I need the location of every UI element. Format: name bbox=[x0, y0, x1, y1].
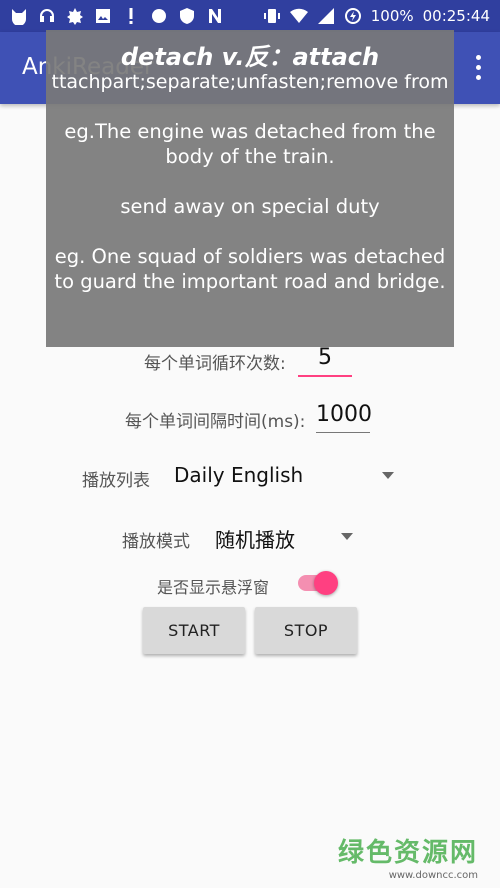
example-sentence-2: eg. One squad of soldiers was detached t… bbox=[54, 245, 446, 293]
clock: 00:25:44 bbox=[422, 7, 490, 25]
interval-label: 每个单词间隔时间(ms): bbox=[125, 412, 306, 432]
interval-input[interactable]: 1000 bbox=[316, 402, 372, 427]
play-mode-label: 播放模式 bbox=[122, 532, 190, 552]
image-icon bbox=[94, 7, 112, 25]
start-button[interactable]: START bbox=[143, 607, 245, 654]
loop-count-input[interactable]: 5 bbox=[298, 345, 352, 370]
playlist-label: 播放列表 bbox=[82, 471, 150, 491]
signal-icon bbox=[317, 7, 335, 25]
loop-count-underline bbox=[298, 375, 352, 377]
word-meaning-2: send away on special duty bbox=[120, 195, 380, 218]
shield-icon bbox=[178, 7, 196, 25]
example-sentence-1: eg.The engine was detached from the body… bbox=[64, 120, 436, 168]
leaf-icon bbox=[66, 7, 84, 25]
wifi-icon bbox=[289, 7, 308, 25]
play-mode-spinner[interactable]: 随机播放 bbox=[215, 524, 295, 553]
float-window-switch[interactable] bbox=[314, 571, 338, 595]
status-bar: 100% 00:25:44 bbox=[0, 0, 500, 32]
float-window-label: 是否显示悬浮窗 bbox=[157, 578, 270, 597]
overflow-menu-icon[interactable] bbox=[470, 52, 486, 82]
word-title: detach v.反：attach bbox=[120, 43, 380, 71]
n-icon bbox=[206, 7, 224, 25]
status-left-icons bbox=[10, 7, 224, 25]
watermark: 绿色资源网 www.downcc.com bbox=[338, 832, 478, 881]
status-right: 100% 00:25:44 bbox=[263, 7, 490, 25]
loop-count-label: 每个单词循环次数: bbox=[144, 354, 286, 374]
battery-saver-icon bbox=[344, 7, 362, 25]
interval-underline bbox=[316, 432, 370, 433]
vibrate-icon bbox=[263, 7, 281, 25]
word-meaning: ttachpart;separate;unfasten;remove from bbox=[51, 71, 449, 93]
headphones-icon bbox=[38, 7, 56, 25]
floating-word-window[interactable]: detach v.反：attach ttachpart;separate;unf… bbox=[46, 30, 454, 347]
chevron-down-icon[interactable] bbox=[341, 533, 353, 540]
stop-button[interactable]: STOP bbox=[255, 607, 357, 654]
alert-icon bbox=[122, 7, 140, 25]
cloud-icon bbox=[150, 7, 168, 25]
playlist-spinner[interactable]: Daily English bbox=[174, 463, 303, 487]
watermark-url: www.downcc.com bbox=[388, 870, 478, 881]
watermark-text: 绿色资源网 bbox=[337, 838, 478, 868]
battery-level: 100% bbox=[370, 7, 414, 25]
chevron-down-icon[interactable] bbox=[382, 472, 394, 479]
cat-icon bbox=[10, 7, 28, 25]
